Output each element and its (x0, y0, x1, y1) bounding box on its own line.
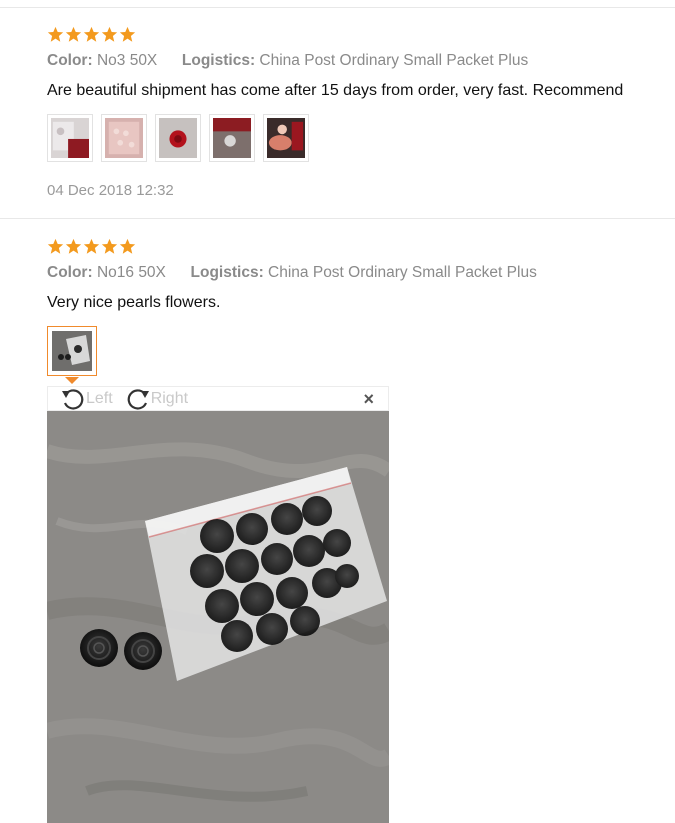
photo-thumbnail-selected[interactable] (47, 326, 97, 376)
rotate-right-icon (127, 388, 149, 410)
star-icon (83, 238, 100, 255)
photo-thumbnail[interactable] (47, 114, 93, 162)
photo-thumbnail[interactable] (263, 114, 309, 162)
review-divider (0, 218, 675, 219)
review-meta: Color: No16 50X Logistics: China Post Or… (47, 264, 537, 282)
rating-stars (47, 238, 136, 255)
rating-stars (47, 26, 136, 43)
logistics-label: Logistics: (181, 52, 256, 69)
color-label: Color: (47, 52, 93, 69)
review-meta: Color: No3 50X Logistics: China Post Ord… (47, 52, 528, 70)
photo-thumbnail[interactable] (101, 114, 147, 162)
star-icon (101, 26, 118, 43)
color-label: Color: (47, 264, 93, 281)
star-icon (83, 26, 100, 43)
star-icon (119, 26, 136, 43)
star-icon (65, 26, 82, 43)
close-icon[interactable]: × (363, 389, 374, 410)
color-value: No3 50X (96, 52, 158, 69)
rotate-right-button[interactable]: Right (125, 387, 188, 411)
top-divider (0, 7, 675, 8)
review-date: 04 Dec 2018 12:32 (47, 182, 174, 199)
rotate-left-label: Left (86, 389, 113, 407)
review-photo-enlarged (47, 411, 389, 823)
selected-caret-icon (65, 377, 79, 384)
logistics-value: China Post Ordinary Small Packet Plus (259, 52, 529, 69)
star-icon (47, 26, 64, 43)
image-viewer-toolbar: Left Right × (47, 386, 389, 411)
rotate-left-icon (62, 388, 84, 410)
star-icon (101, 238, 118, 255)
photo-thumbnail[interactable] (209, 114, 255, 162)
star-icon (119, 238, 136, 255)
color-value: No16 50X (96, 264, 166, 281)
rotate-right-label: Right (150, 389, 189, 407)
rotate-left-button[interactable]: Left (60, 387, 113, 411)
star-icon (65, 238, 82, 255)
review-text: Are beautiful shipment has come after 15… (47, 82, 624, 99)
photo-thumbnails (47, 114, 309, 162)
logistics-value: China Post Ordinary Small Packet Plus (268, 264, 537, 281)
star-icon (47, 238, 64, 255)
photo-thumbnails (47, 326, 97, 376)
review-text: Very nice pearls flowers. (47, 294, 221, 311)
logistics-label: Logistics: (190, 264, 264, 281)
photo-thumbnail[interactable] (155, 114, 201, 162)
